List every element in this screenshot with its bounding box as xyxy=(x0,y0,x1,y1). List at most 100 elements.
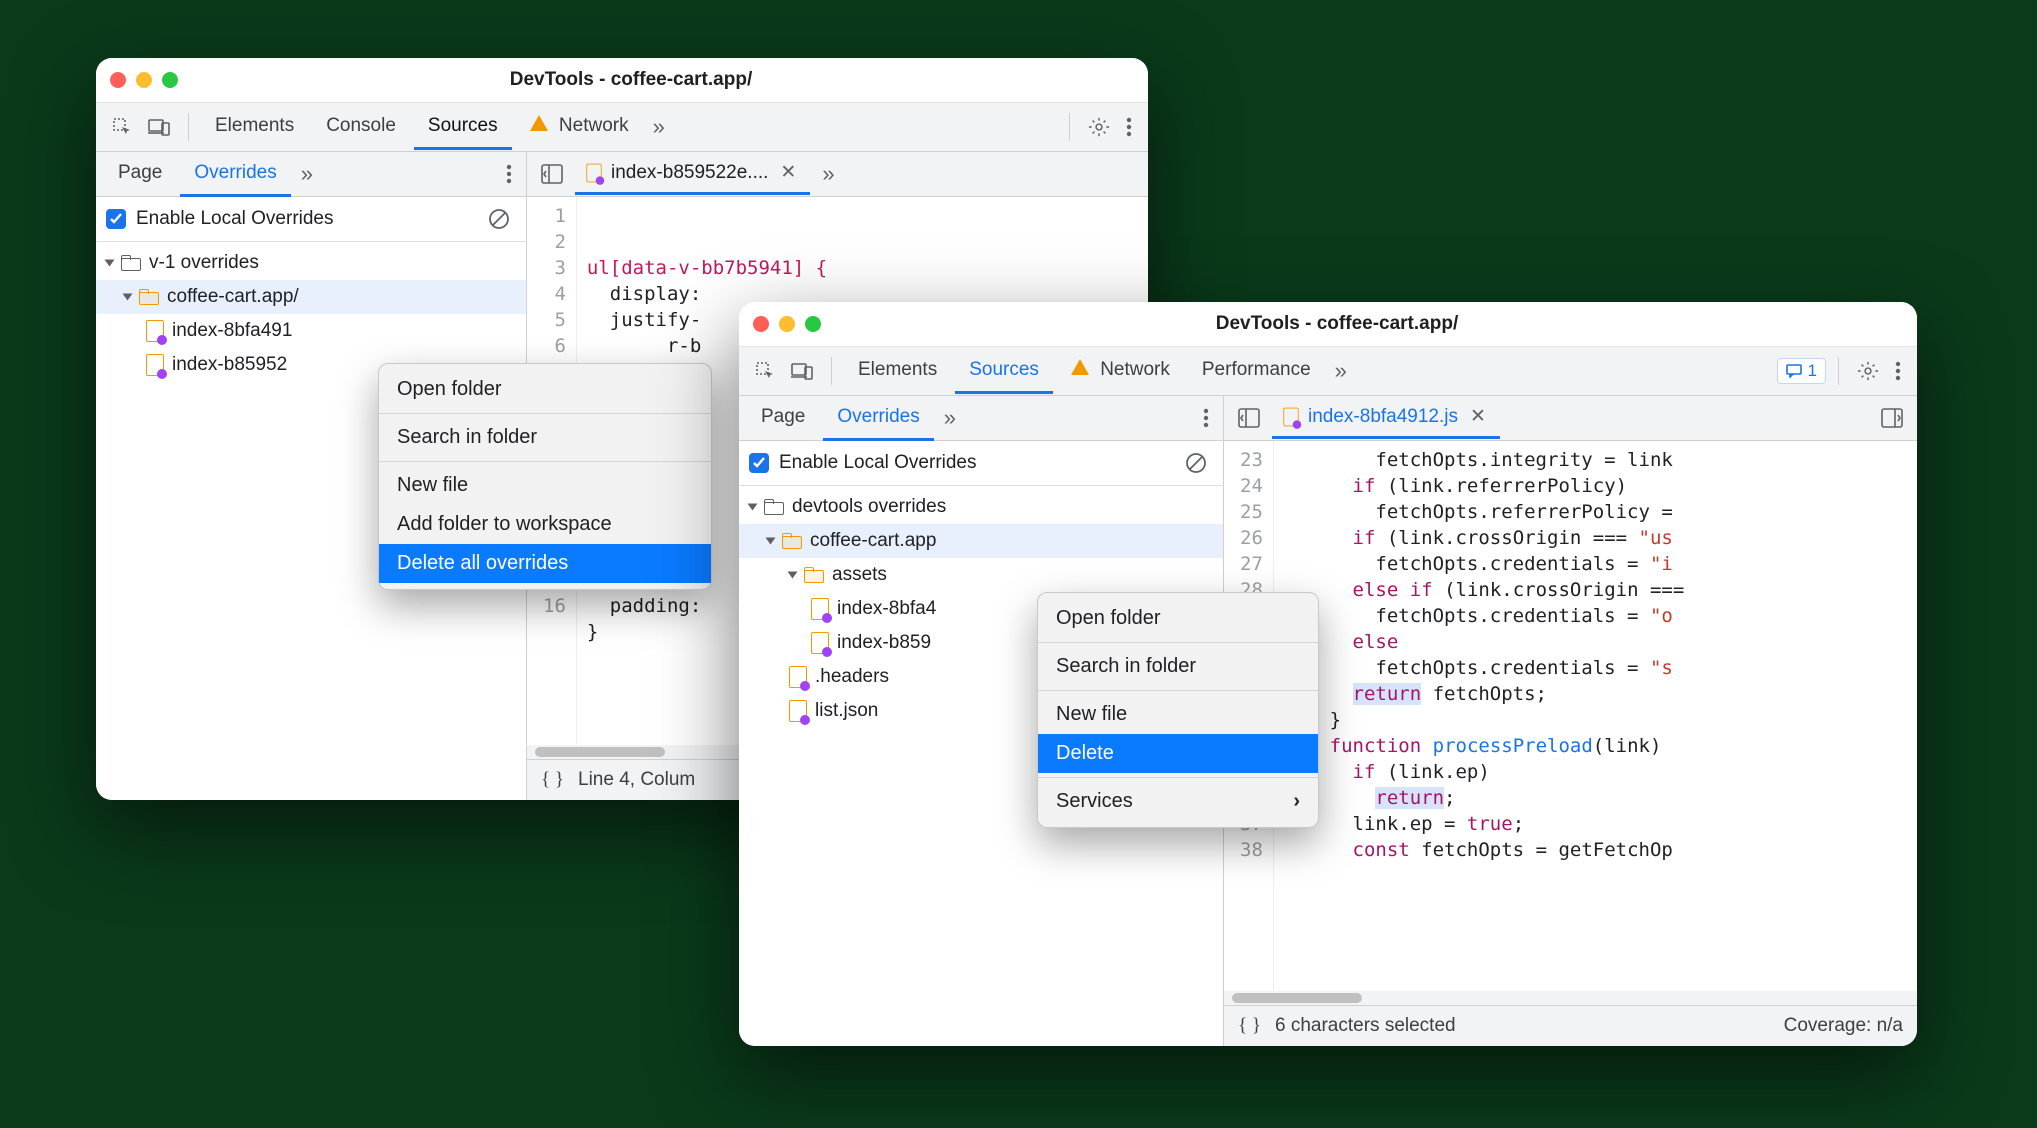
file-override-icon xyxy=(146,354,164,376)
minimize-dot-icon[interactable] xyxy=(779,316,795,332)
devtools-window-2: DevTools - coffee-cart.app/ Elements Sou… xyxy=(739,302,1917,1046)
toggle-debugger-icon[interactable] xyxy=(1875,402,1909,434)
tab-elements[interactable]: Elements xyxy=(201,105,308,150)
editor-tab[interactable]: index-8bfa4912.js ✕ xyxy=(1272,397,1500,439)
subtab-page[interactable]: Page xyxy=(104,152,176,197)
more-subtabs-icon[interactable]: » xyxy=(295,155,319,193)
overrides-controls: Enable Local Overrides xyxy=(739,441,1223,486)
enable-overrides-checkbox[interactable] xyxy=(106,209,126,229)
subtab-page[interactable]: Page xyxy=(747,396,819,441)
minimize-dot-icon[interactable] xyxy=(136,72,152,88)
sources-subtabs: Page Overrides » xyxy=(96,152,526,197)
editor-tab-label: index-8bfa4912.js xyxy=(1308,406,1458,428)
horizontal-scrollbar[interactable] xyxy=(1224,991,1917,1005)
more-tabs-icon[interactable]: » xyxy=(1329,352,1353,390)
inspect-icon[interactable] xyxy=(106,111,138,143)
tab-network[interactable]: Network xyxy=(1057,349,1184,394)
ctx-new-file[interactable]: New file xyxy=(1038,695,1318,734)
braces-icon[interactable]: { } xyxy=(1238,1015,1261,1037)
enable-overrides-label: Enable Local Overrides xyxy=(779,452,977,474)
main-toolbar: Elements Sources Network Performance » 1 xyxy=(739,347,1917,396)
ctx-search-in-folder[interactable]: Search in folder xyxy=(1038,647,1318,686)
warning-icon xyxy=(530,115,548,131)
file-override-icon xyxy=(811,632,829,654)
ctx-delete-all-overrides[interactable]: Delete all overrides xyxy=(379,544,711,583)
context-menu: Open folder Search in folder New file De… xyxy=(1037,592,1319,828)
close-dot-icon[interactable] xyxy=(110,72,126,88)
tree-file-label: .headers xyxy=(815,666,889,688)
ctx-open-folder[interactable]: Open folder xyxy=(1038,599,1318,638)
inspect-icon[interactable] xyxy=(749,355,781,387)
close-tab-icon[interactable]: ✕ xyxy=(776,161,800,184)
braces-icon[interactable]: { } xyxy=(541,769,564,791)
editor-tab[interactable]: index-b859522e.... ✕ xyxy=(575,153,810,195)
file-override-icon xyxy=(1283,407,1298,426)
main-toolbar: Elements Console Sources Network » xyxy=(96,103,1148,152)
code-editor[interactable]: 2324 2526 2728 2930 3132 3334 3536 3738 … xyxy=(1224,441,1917,991)
zoom-dot-icon[interactable] xyxy=(162,72,178,88)
window-title: DevTools - coffee-cart.app/ xyxy=(841,313,1833,335)
tab-sources[interactable]: Sources xyxy=(955,349,1053,394)
tree-root-label: v-1 overrides xyxy=(149,252,259,274)
subtab-kebab-icon[interactable] xyxy=(500,158,518,190)
coverage-status: Coverage: n/a xyxy=(1784,1015,1903,1037)
tree-root[interactable]: v-1 overrides xyxy=(96,246,526,280)
tab-console[interactable]: Console xyxy=(312,105,410,150)
messages-badge[interactable]: 1 xyxy=(1777,358,1826,384)
device-toggle-icon[interactable] xyxy=(142,112,176,142)
code-content[interactable]: fetchOpts.integrity = link if (link.refe… xyxy=(1274,441,1917,991)
ctx-delete[interactable]: Delete xyxy=(1038,734,1318,773)
tab-network[interactable]: Network xyxy=(516,105,643,150)
tree-domain[interactable]: coffee-cart.app xyxy=(739,524,1223,558)
folder-outline-icon xyxy=(764,499,784,515)
file-override-icon xyxy=(789,700,807,722)
selection-status: 6 characters selected xyxy=(1275,1015,1456,1037)
traffic-lights xyxy=(753,316,821,332)
more-editor-tabs-icon[interactable]: » xyxy=(816,155,840,193)
subtab-kebab-icon[interactable] xyxy=(1197,402,1215,434)
folder-outline-icon xyxy=(121,255,141,271)
close-dot-icon[interactable] xyxy=(753,316,769,332)
tree-root[interactable]: devtools overrides xyxy=(739,490,1223,524)
editor-tab-label: index-b859522e.... xyxy=(611,162,768,184)
ctx-open-folder[interactable]: Open folder xyxy=(379,370,711,409)
clear-overrides-icon[interactable] xyxy=(1179,446,1213,480)
folder-mapped-icon xyxy=(804,567,824,583)
clear-overrides-icon[interactable] xyxy=(482,202,516,236)
close-tab-icon[interactable]: ✕ xyxy=(1466,405,1490,428)
tree-file[interactable]: index-8bfa491 xyxy=(96,314,526,348)
zoom-dot-icon[interactable] xyxy=(805,316,821,332)
ctx-new-file[interactable]: New file xyxy=(379,466,711,505)
chevron-right-icon: › xyxy=(1293,790,1300,813)
tab-performance[interactable]: Performance xyxy=(1188,349,1325,394)
tab-network-label: Network xyxy=(559,115,629,136)
context-menu: Open folder Search in folder New file Ad… xyxy=(378,363,712,590)
settings-gear-icon[interactable] xyxy=(1082,110,1116,144)
ctx-search-in-folder[interactable]: Search in folder xyxy=(379,418,711,457)
tree-assets-label: assets xyxy=(832,564,887,586)
tree-domain[interactable]: coffee-cart.app/ xyxy=(96,280,526,314)
more-tabs-icon[interactable]: » xyxy=(647,108,671,146)
ctx-add-folder[interactable]: Add folder to workspace xyxy=(379,505,711,544)
ctx-services[interactable]: Services › xyxy=(1038,782,1318,821)
tab-sources[interactable]: Sources xyxy=(414,105,512,150)
kebab-menu-icon[interactable] xyxy=(1889,355,1907,387)
folder-mapped-icon xyxy=(139,289,159,305)
tab-elements[interactable]: Elements xyxy=(844,349,951,394)
subtab-overrides[interactable]: Overrides xyxy=(823,396,933,441)
toggle-navigator-icon[interactable] xyxy=(1232,402,1266,434)
toggle-navigator-icon[interactable] xyxy=(535,158,569,190)
subtab-overrides[interactable]: Overrides xyxy=(180,152,290,197)
file-override-icon xyxy=(811,598,829,620)
settings-gear-icon[interactable] xyxy=(1851,354,1885,388)
more-subtabs-icon[interactable]: » xyxy=(938,399,962,437)
window-title: DevTools - coffee-cart.app/ xyxy=(198,69,1064,91)
chevron-down-icon xyxy=(788,572,798,579)
editor-statusbar: { } 6 characters selected Coverage: n/a xyxy=(1224,1005,1917,1046)
device-toggle-icon[interactable] xyxy=(785,356,819,386)
kebab-menu-icon[interactable] xyxy=(1120,111,1138,143)
tree-assets[interactable]: assets xyxy=(739,558,1223,592)
tree-root-label: devtools overrides xyxy=(792,496,946,518)
tree-file-label: list.json xyxy=(815,700,878,722)
enable-overrides-checkbox[interactable] xyxy=(749,453,769,473)
